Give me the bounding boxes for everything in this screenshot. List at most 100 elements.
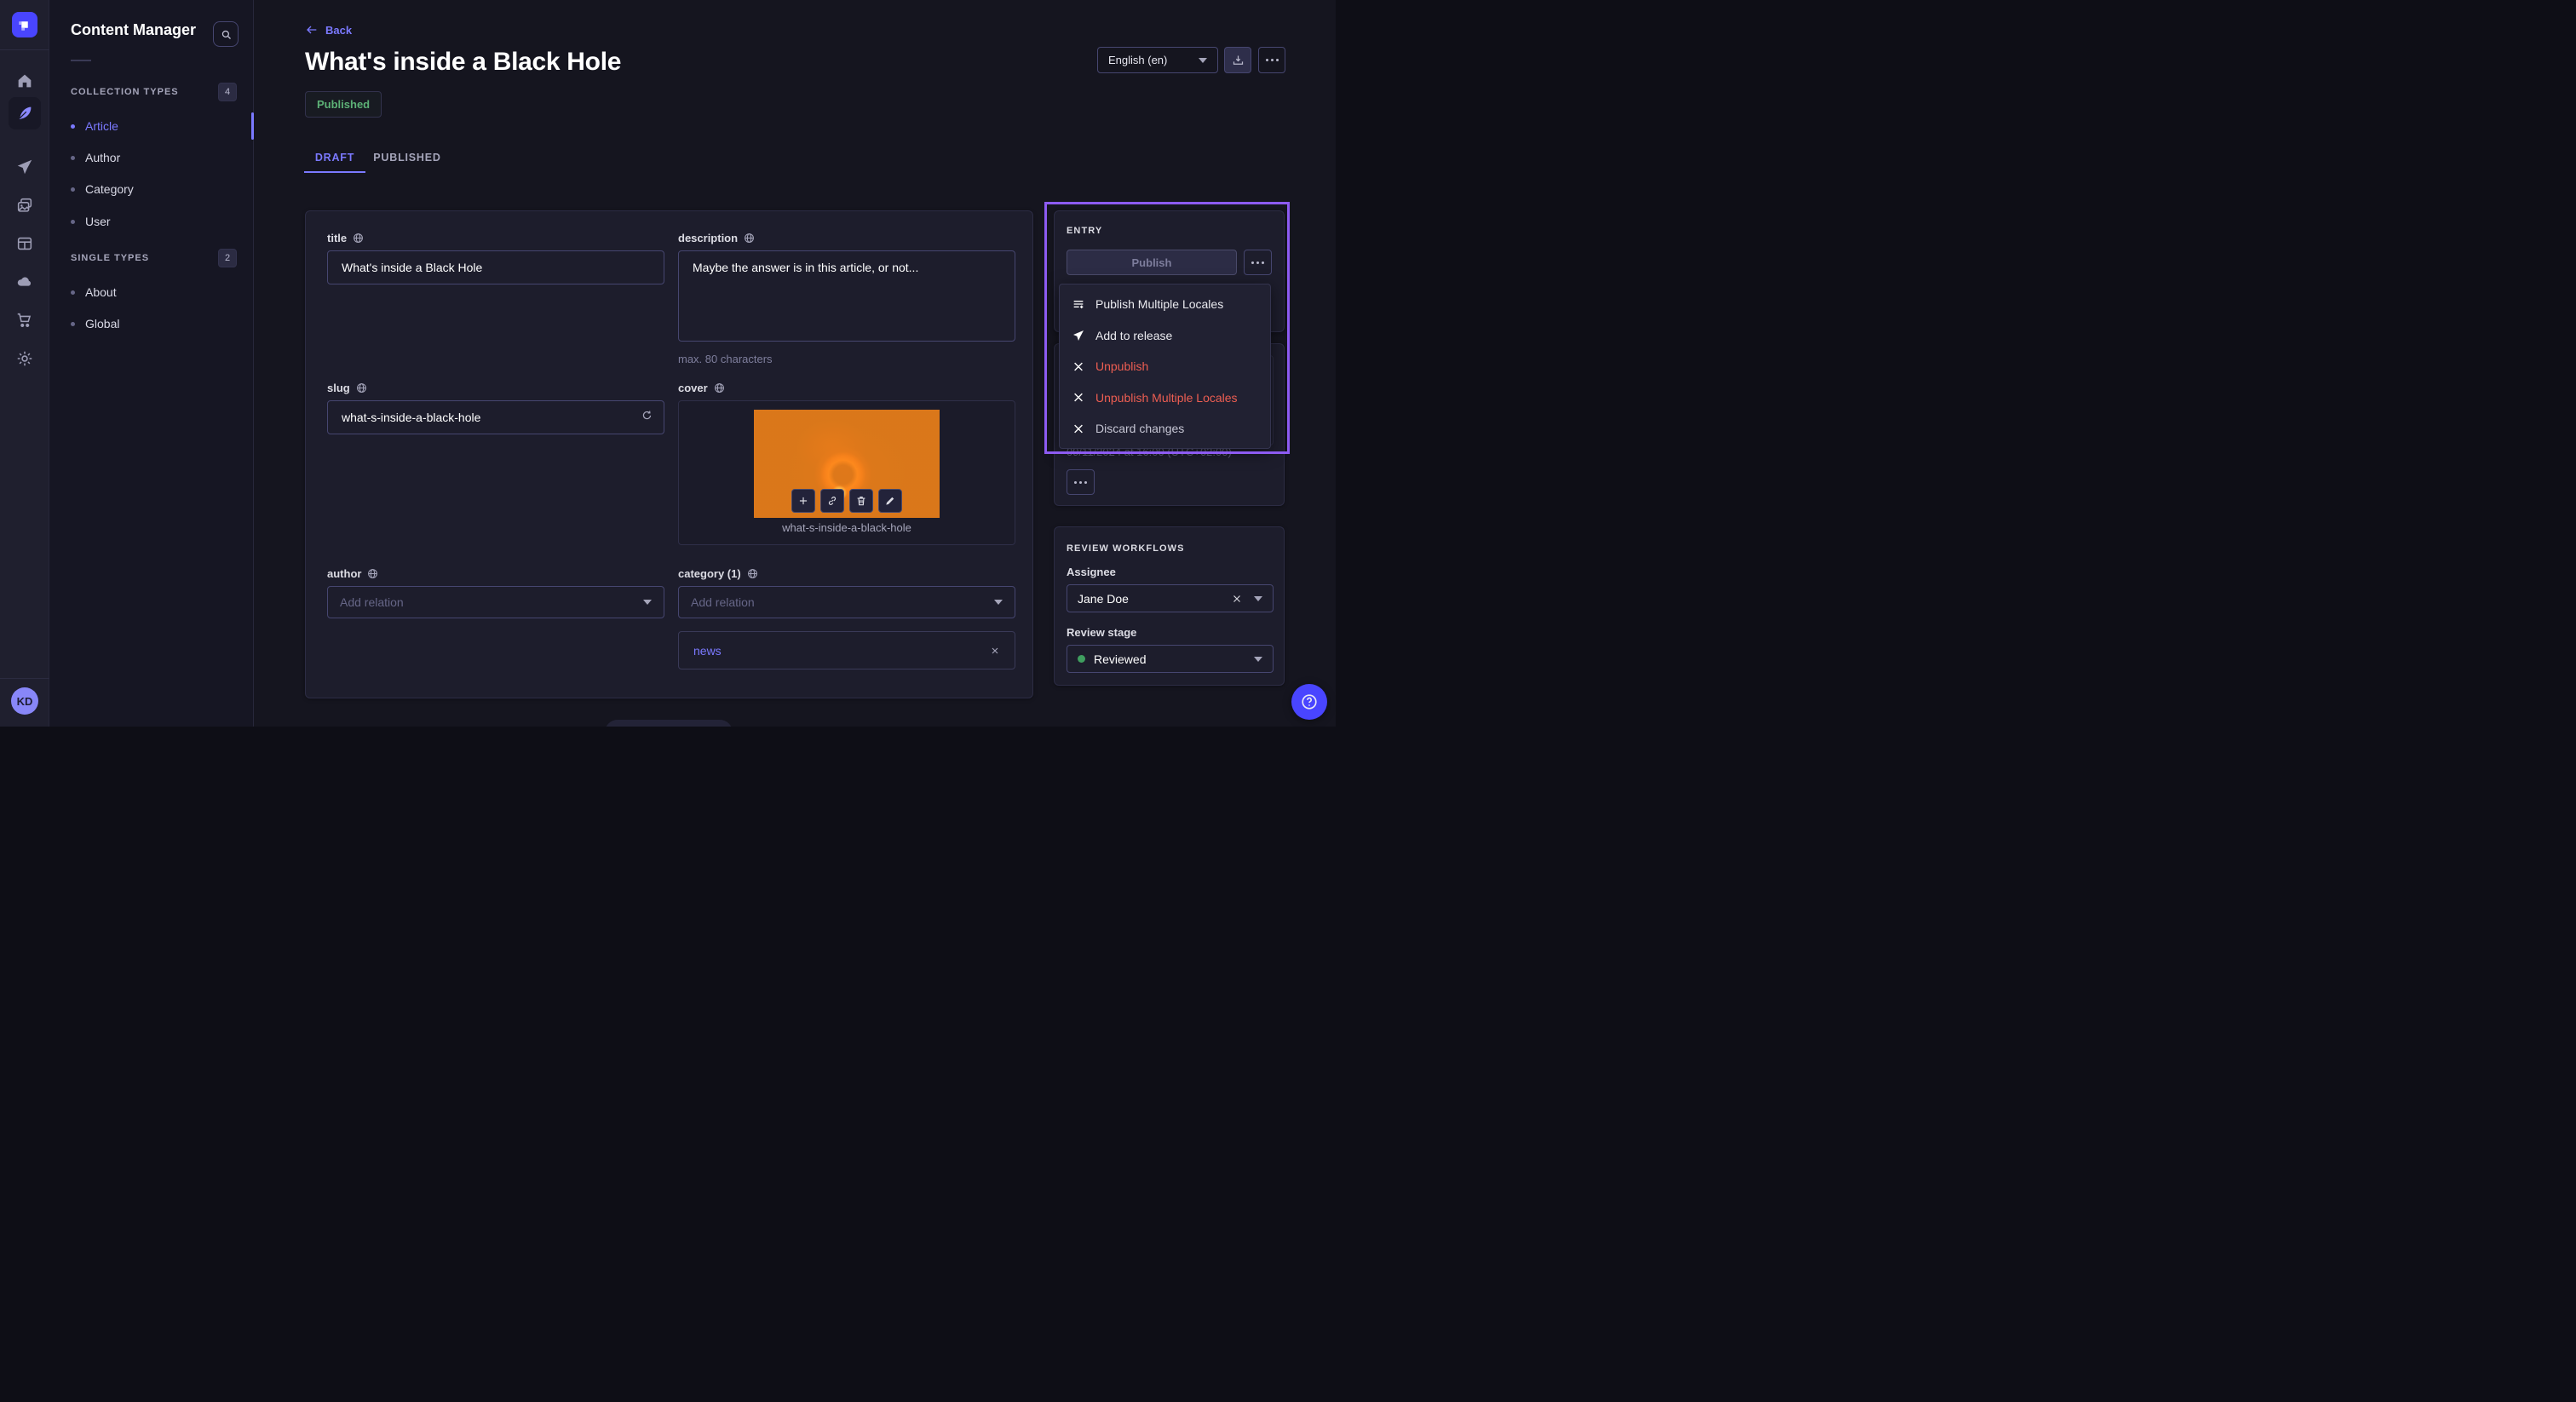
plus-icon: [797, 495, 809, 507]
entry-panel-title: ENTRY: [1067, 226, 1102, 236]
author-field-label: author: [327, 567, 361, 580]
strapi-logo[interactable]: [12, 12, 37, 37]
search-button[interactable]: [213, 21, 239, 47]
trash-icon: [855, 495, 867, 507]
tab-draft[interactable]: DRAFT: [304, 143, 365, 172]
title-field-label: title: [327, 232, 347, 244]
strapi-logo-icon: [17, 17, 32, 32]
description-textarea[interactable]: Maybe the answer is in this article, or …: [678, 250, 1015, 342]
link-icon: [826, 495, 838, 507]
edit-media-button[interactable]: [878, 489, 902, 513]
sidebar-item-author[interactable]: Author: [71, 151, 120, 164]
menu-item-unpublish[interactable]: Unpublish: [1060, 351, 1270, 382]
menu-item-add-to-release[interactable]: Add to release: [1060, 320, 1270, 352]
copy-link-button[interactable]: [820, 489, 844, 513]
slug-input[interactable]: [327, 400, 664, 434]
sidebar-item-label: User: [85, 215, 111, 228]
marketplace-cart-icon[interactable]: [0, 306, 49, 335]
content-type-builder-icon[interactable]: [0, 229, 49, 258]
chevron-down-icon: [1199, 58, 1207, 63]
category-field-group: category (1) Add relation news: [678, 566, 1015, 669]
sidebar-item-about[interactable]: About: [71, 285, 117, 299]
review-stage-label: Review stage: [1067, 626, 1136, 639]
question-mark-icon: [1300, 692, 1319, 711]
navbar-divider: [0, 49, 49, 50]
description-field-group: description Maybe the answer is in this …: [678, 230, 1015, 365]
cover-field-group: cover: [678, 380, 1015, 545]
globe-icon: [367, 568, 378, 579]
globe-icon: [747, 568, 758, 579]
ellipsis-icon: [1266, 59, 1279, 61]
menu-item-publish-multiple-locales[interactable]: Publish Multiple Locales: [1060, 289, 1270, 320]
description-field-label: description: [678, 232, 738, 244]
entry-actions-menu: Publish Multiple Locales Add to release …: [1059, 284, 1271, 449]
menu-item-discard-changes[interactable]: Discard changes: [1060, 413, 1270, 445]
assignee-label: Assignee: [1067, 566, 1116, 578]
search-icon: [220, 28, 233, 41]
releases-icon[interactable]: [0, 152, 49, 181]
schedule-more-button[interactable]: [1067, 469, 1095, 495]
chevron-down-icon: [643, 600, 652, 605]
remove-relation-icon[interactable]: [990, 646, 1000, 656]
cover-filename: what-s-inside-a-black-hole: [679, 521, 1015, 534]
chevron-down-icon: [1254, 657, 1262, 662]
category-field-label: category (1): [678, 567, 741, 580]
app-window: KD Content Manager COLLECTION TYPES 4 Ar…: [0, 0, 1336, 727]
stage-value: Reviewed: [1094, 652, 1254, 666]
help-button[interactable]: [1291, 684, 1327, 720]
export-button[interactable]: [1224, 47, 1251, 73]
globe-icon: [744, 233, 755, 244]
description-hint: max. 80 characters: [678, 353, 1015, 365]
sidebar-item-user[interactable]: User: [71, 215, 111, 228]
category-relation-select[interactable]: Add relation: [678, 586, 1015, 618]
cover-media-box: what-s-inside-a-black-hole: [678, 400, 1015, 545]
add-media-button[interactable]: [791, 489, 815, 513]
edit-form-panel: title description Maybe the answer is in…: [305, 210, 1033, 698]
bullet-icon: [71, 290, 75, 295]
title-input[interactable]: [327, 250, 664, 284]
ellipsis-icon: [1074, 481, 1087, 484]
user-avatar[interactable]: KD: [11, 687, 38, 715]
content-manager-nav-item[interactable]: [9, 97, 41, 129]
sidebar-rule: [71, 60, 91, 61]
globe-icon: [353, 233, 364, 244]
sidebar-item-category[interactable]: Category: [71, 182, 134, 196]
bullet-icon: [71, 220, 75, 224]
sidebar-item-label: Article: [85, 119, 118, 133]
sidebar-item-global[interactable]: Global: [71, 317, 119, 330]
active-item-indicator: [251, 112, 254, 140]
header-more-button[interactable]: [1258, 47, 1285, 73]
sidebar-item-article[interactable]: Article: [71, 119, 118, 133]
bullet-icon: [71, 322, 75, 326]
locale-value: English (en): [1108, 54, 1167, 66]
page-title: What's inside a Black Hole: [305, 48, 621, 77]
publish-button[interactable]: Publish: [1067, 250, 1237, 275]
review-workflows-title: REVIEW WORKFLOWS: [1067, 543, 1185, 554]
clear-assignee-icon[interactable]: [1232, 594, 1242, 604]
home-icon[interactable]: [0, 66, 49, 95]
cloud-icon[interactable]: [0, 267, 49, 296]
assignee-select[interactable]: Jane Doe: [1067, 584, 1274, 612]
review-stage-select[interactable]: Reviewed: [1067, 645, 1274, 673]
back-arrow-icon: [305, 23, 319, 37]
slug-field-label: slug: [327, 382, 350, 394]
author-relation-select[interactable]: Add relation: [327, 586, 664, 618]
collection-types-count: 4: [218, 83, 237, 101]
cross-icon: [1072, 391, 1085, 404]
tab-published[interactable]: PUBLISHED: [365, 143, 449, 172]
entry-more-button[interactable]: [1244, 250, 1272, 275]
assignee-value: Jane Doe: [1078, 592, 1232, 606]
back-link[interactable]: Back: [305, 23, 352, 37]
sidebar-item-label: Author: [85, 151, 120, 164]
back-label: Back: [325, 24, 352, 37]
settings-gear-icon[interactable]: [0, 344, 49, 373]
single-types-count: 2: [218, 249, 237, 267]
menu-item-unpublish-multiple-locales[interactable]: Unpublish Multiple Locales: [1060, 382, 1270, 414]
locale-select[interactable]: English (en): [1097, 47, 1218, 73]
sidebar-item-label: Category: [85, 182, 134, 196]
delete-media-button[interactable]: [849, 489, 873, 513]
regenerate-slug-button[interactable]: [641, 410, 653, 422]
slug-field-group: slug: [327, 380, 664, 434]
relation-link[interactable]: news: [693, 644, 722, 658]
media-library-icon[interactable]: [0, 191, 49, 220]
